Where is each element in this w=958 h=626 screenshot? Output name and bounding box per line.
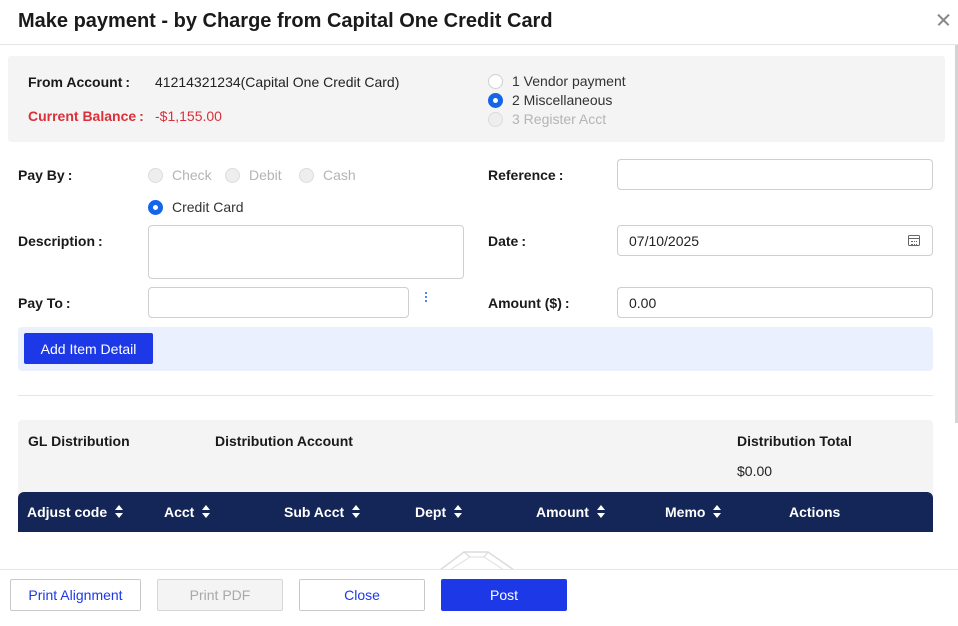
distribution-table-header: Adjust code Acct Sub Acct Dept Amount Me… — [18, 492, 933, 532]
amount-label: Amount ($): — [488, 295, 570, 311]
reference-label: Reference: — [488, 167, 564, 183]
radio-circle[interactable] — [148, 199, 163, 215]
radio-circle — [148, 167, 163, 183]
column-label: Sub Acct — [284, 504, 345, 520]
radio-check: Check — [148, 167, 212, 183]
empty-state-illustration — [439, 551, 515, 570]
distribution-total-header: Distribution Total — [737, 433, 852, 449]
column-label: Memo — [665, 504, 706, 520]
radio-vendor-payment[interactable]: 1 Vendor payment — [488, 73, 626, 89]
column-label: Dept — [415, 504, 447, 520]
column-adjust-code[interactable]: Adjust code — [27, 504, 124, 520]
radio-circle — [488, 111, 503, 127]
add-item-detail-button[interactable]: Add Item Detail — [24, 333, 153, 364]
column-label: Acct — [164, 504, 195, 520]
reference-input[interactable] — [617, 159, 933, 190]
radio-label: Check — [172, 167, 212, 183]
sort-icon[interactable] — [115, 505, 124, 519]
radio-cash: Cash — [299, 167, 356, 183]
label-colon: : — [521, 233, 527, 249]
current-balance-value: -$1,155.00 — [155, 108, 222, 124]
column-acct[interactable]: Acct — [164, 504, 211, 520]
column-dept[interactable]: Dept — [415, 504, 463, 520]
radio-circle — [299, 167, 314, 183]
print-alignment-button[interactable]: Print Alignment — [10, 579, 141, 611]
description-label: Description: — [18, 233, 103, 249]
date-label: Date: — [488, 233, 527, 249]
pay-by-label: Pay By: — [18, 167, 73, 183]
sort-icon[interactable] — [713, 505, 722, 519]
radio-label: 3 Register Acct — [512, 111, 607, 127]
label-colon: : — [564, 295, 570, 311]
more-vertical-icon[interactable] — [424, 292, 428, 304]
label-colon: : — [67, 167, 73, 183]
radio-circle[interactable] — [488, 73, 503, 89]
radio-label: 2 Miscellaneous — [512, 92, 613, 108]
label-colon: : — [558, 167, 564, 183]
from-account-value: 41214321234(Capital One Credit Card) — [155, 74, 400, 90]
item-detail-bar — [18, 327, 933, 371]
radio-miscellaneous[interactable]: 2 Miscellaneous — [488, 92, 612, 108]
print-pdf-button: Print PDF — [157, 579, 283, 611]
radio-credit-card[interactable]: Credit Card — [148, 199, 244, 215]
current-balance-label: Current Balance: — [28, 108, 144, 124]
section-divider — [18, 395, 933, 396]
radio-circle — [225, 167, 240, 183]
label-colon: : — [98, 233, 103, 249]
label-colon: : — [125, 74, 131, 90]
radio-debit: Debit — [225, 167, 282, 183]
radio-label: Cash — [323, 167, 356, 183]
account-info-panel: From Account: 41214321234(Capital One Cr… — [8, 56, 945, 142]
radio-register-acct: 3 Register Acct — [488, 111, 606, 127]
column-actions: Actions — [789, 504, 840, 520]
radio-circle[interactable] — [488, 92, 503, 108]
label-colon: : — [139, 108, 144, 124]
radio-label: Credit Card — [172, 199, 244, 215]
amount-input[interactable]: 0.00 — [617, 287, 933, 318]
gl-distribution-title: GL Distribution — [28, 433, 130, 449]
close-button[interactable]: Close — [299, 579, 425, 611]
column-label: Amount — [536, 504, 589, 520]
date-value: 07/10/2025 — [629, 232, 700, 249]
description-textarea[interactable] — [148, 225, 464, 279]
gl-distribution-panel: GL Distribution Distribution Account Dis… — [18, 420, 933, 496]
date-input[interactable]: 07/10/2025 — [617, 225, 933, 256]
distribution-account-header: Distribution Account — [215, 433, 353, 449]
sort-icon[interactable] — [596, 505, 605, 519]
column-memo[interactable]: Memo — [665, 504, 722, 520]
from-account-label: From Account: — [28, 74, 131, 90]
calendar-icon[interactable] — [908, 235, 920, 246]
close-icon[interactable] — [932, 8, 956, 32]
column-label: Adjust code — [27, 504, 108, 520]
dialog-footer: Print Alignment Print PDF Close Post — [0, 569, 958, 626]
column-sub-acct[interactable]: Sub Acct — [284, 504, 361, 520]
sort-icon[interactable] — [454, 505, 463, 519]
sort-icon[interactable] — [352, 505, 361, 519]
label-colon: : — [65, 295, 71, 311]
pay-to-input[interactable] — [148, 287, 409, 318]
distribution-total-value: $0.00 — [737, 463, 773, 479]
dialog-title: Make payment - by Charge from Capital On… — [18, 10, 553, 32]
radio-label: 1 Vendor payment — [512, 73, 626, 89]
column-amount[interactable]: Amount — [536, 504, 605, 520]
sort-icon[interactable] — [202, 505, 211, 519]
dialog-header: Make payment - by Charge from Capital On… — [0, 0, 958, 45]
radio-label: Debit — [249, 167, 282, 183]
column-label: Actions — [789, 504, 841, 520]
pay-to-label: Pay To: — [18, 295, 71, 311]
post-button[interactable]: Post — [441, 579, 567, 611]
